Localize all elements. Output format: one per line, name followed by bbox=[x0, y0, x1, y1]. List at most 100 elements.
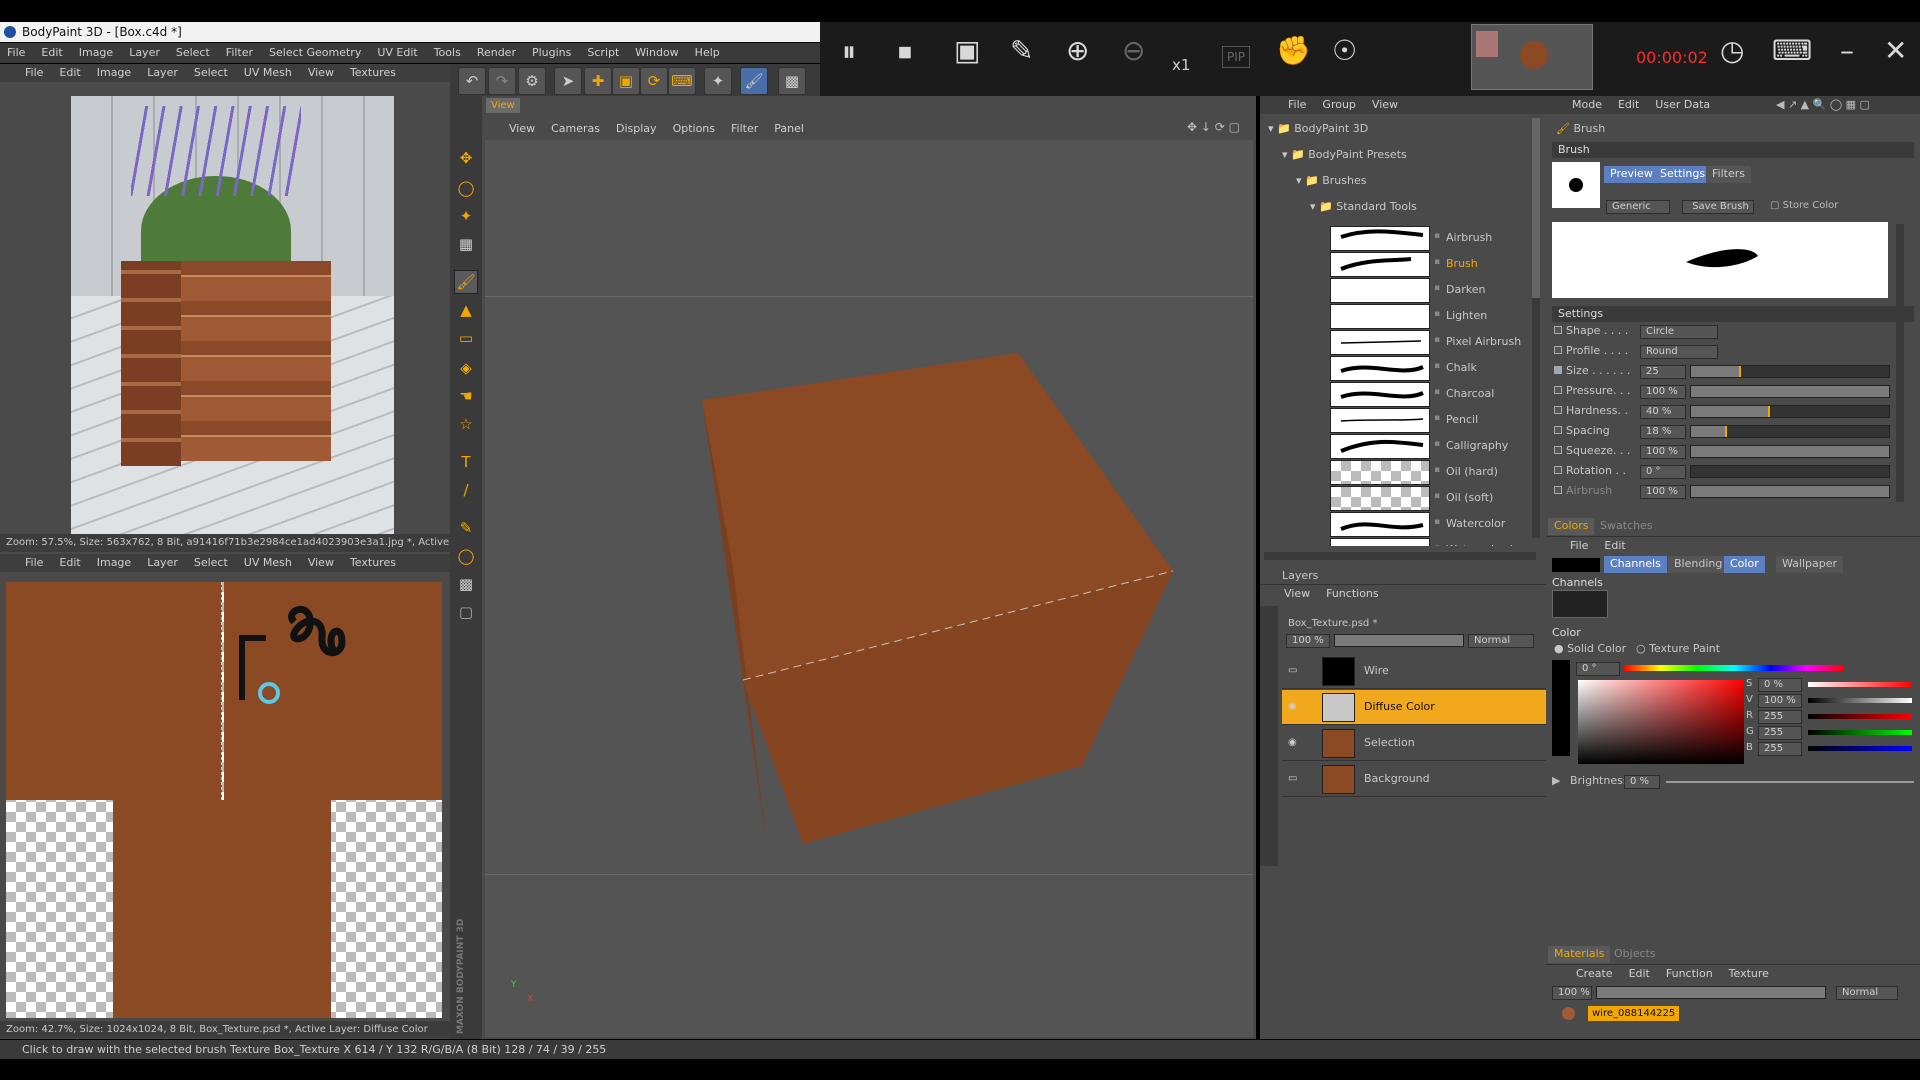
brush-list-item[interactable]: ▪ Pencil bbox=[1260, 408, 1540, 434]
viewport-menu-view[interactable]: View bbox=[509, 122, 535, 135]
browser-menu-view[interactable]: View bbox=[1372, 98, 1398, 111]
redo-button[interactable]: ↷ bbox=[488, 67, 516, 95]
viewport-menu-options[interactable]: Options bbox=[673, 122, 715, 135]
menu-select-geometry[interactable]: Select Geometry bbox=[269, 46, 361, 59]
tab-preview[interactable]: Preview bbox=[1604, 166, 1659, 183]
tab-channels[interactable]: Channels bbox=[1604, 556, 1667, 573]
setting-slider[interactable] bbox=[1690, 385, 1890, 398]
setting-checkbox[interactable] bbox=[1554, 346, 1562, 354]
menu-select[interactable]: Select bbox=[176, 46, 210, 59]
setting-checkbox[interactable] bbox=[1554, 466, 1562, 474]
rotate-button[interactable]: ⟳ bbox=[640, 67, 668, 95]
layer-row[interactable]: ▭ Wire bbox=[1282, 654, 1562, 689]
setting-checkbox[interactable] bbox=[1554, 406, 1562, 414]
undo-button[interactable]: ↶ bbox=[458, 67, 486, 95]
bottom-menu-image[interactable]: Image bbox=[97, 556, 131, 569]
viewport-menu-cameras[interactable]: Cameras bbox=[551, 122, 600, 135]
recording-thumbnail[interactable] bbox=[1471, 24, 1593, 90]
tab-materials[interactable]: Materials bbox=[1548, 946, 1611, 963]
setting-checkbox[interactable] bbox=[1554, 446, 1562, 454]
texture-paint-radio[interactable]: ○ Texture Paint bbox=[1636, 642, 1720, 655]
tab-filters[interactable]: Filters bbox=[1706, 166, 1751, 183]
browser-scrollbar[interactable] bbox=[1532, 118, 1540, 538]
menu-uv-edit[interactable]: UV Edit bbox=[377, 46, 417, 59]
setting-checkbox[interactable] bbox=[1554, 486, 1562, 494]
brush-list-item[interactable]: ▪ Charcoal bbox=[1260, 382, 1540, 408]
top-menu-textures[interactable]: Textures bbox=[350, 66, 396, 79]
top-menu-file[interactable]: File bbox=[25, 66, 43, 79]
setting-value[interactable]: 100 % bbox=[1640, 385, 1686, 399]
bottom-menu-layer[interactable]: Layer bbox=[147, 556, 178, 569]
material-blend-mode[interactable]: Normal bbox=[1836, 986, 1898, 1000]
setting-value[interactable]: 100 % bbox=[1640, 445, 1686, 459]
layers-menu-functions[interactable]: Functions bbox=[1326, 587, 1379, 600]
history-button[interactable]: ⚙ bbox=[518, 67, 546, 95]
brush-list-item[interactable]: ▪ Airbrush bbox=[1260, 226, 1540, 252]
top-menu-layer[interactable]: Layer bbox=[147, 66, 178, 79]
hide-icon[interactable]: ☉ bbox=[1332, 34, 1357, 67]
viewport-menu-display[interactable]: Display bbox=[616, 122, 657, 135]
saturation-value-picker[interactable] bbox=[1578, 680, 1744, 764]
setting-checkbox[interactable] bbox=[1554, 386, 1562, 394]
close-icon[interactable]: ✕ bbox=[1884, 34, 1907, 67]
material-item[interactable]: wire_088144225 bbox=[1552, 1006, 1722, 1021]
line-tool-icon[interactable]: ∕ bbox=[454, 478, 478, 502]
brush-list-item[interactable]: ▪ Calligraphy bbox=[1260, 434, 1540, 460]
move-tool-icon[interactable]: ✥ bbox=[454, 146, 478, 170]
setting-slider[interactable] bbox=[1690, 425, 1890, 438]
clone-icon[interactable]: ▲ bbox=[454, 298, 478, 322]
color-g-slider[interactable] bbox=[1808, 730, 1912, 735]
layer-hidden-icon[interactable]: ▭ bbox=[1288, 773, 1297, 784]
color-g-value[interactable]: 255 bbox=[1758, 726, 1802, 740]
setting-slider[interactable] bbox=[1690, 485, 1890, 498]
text-tool-icon[interactable]: T bbox=[454, 450, 478, 474]
setting-checkbox[interactable] bbox=[1554, 366, 1562, 374]
tab-blending[interactable]: Blending bbox=[1668, 556, 1729, 573]
tab-colors[interactable]: Colors bbox=[1548, 518, 1595, 535]
store-color-checkbox[interactable]: ▢ Store Color bbox=[1770, 200, 1838, 211]
tab-swatches[interactable]: Swatches bbox=[1594, 518, 1659, 535]
transform-icon[interactable]: ▦ bbox=[454, 232, 478, 256]
uv-texture-canvas[interactable] bbox=[6, 582, 442, 1018]
layers-menu-view[interactable]: View bbox=[1284, 587, 1310, 600]
attributes-menu-user-data[interactable]: User Data bbox=[1655, 98, 1710, 111]
menu-plugins[interactable]: Plugins bbox=[532, 46, 571, 59]
materials-menu-create[interactable]: Create bbox=[1576, 967, 1613, 980]
brush-list-item[interactable]: ▪ Lighten bbox=[1260, 304, 1540, 330]
smudge-icon[interactable]: ☚ bbox=[454, 384, 478, 408]
save-brush-button[interactable]: Save Brush bbox=[1682, 200, 1754, 214]
pencil-icon[interactable]: ✎ bbox=[1010, 34, 1033, 67]
attributes-nav-icons[interactable]: ◀ ↗ ▲ 🔍 ◯ ▦ ▢ bbox=[1776, 98, 1870, 111]
setting-value[interactable]: Circle bbox=[1640, 325, 1718, 339]
lasso-icon[interactable]: ◯ bbox=[454, 176, 478, 200]
scale-button[interactable]: ▣ bbox=[612, 67, 640, 95]
color-swap-icon[interactable]: ▩ bbox=[454, 572, 478, 596]
attributes-menu-mode[interactable]: Mode bbox=[1572, 98, 1602, 111]
preview-icon[interactable]: ▢ bbox=[454, 600, 478, 624]
brush-list-item[interactable]: ▪ Oil (hard) bbox=[1260, 460, 1540, 486]
color-r-value[interactable]: 255 bbox=[1758, 710, 1802, 724]
keyboard-icon[interactable]: ⌨ bbox=[1772, 34, 1812, 67]
material-opacity-slider[interactable] bbox=[1596, 986, 1826, 999]
top-menu-uv-mesh[interactable]: UV Mesh bbox=[244, 66, 292, 79]
top-menu-edit[interactable]: Edit bbox=[59, 66, 80, 79]
zoom-in-icon[interactable]: ⊕ bbox=[1066, 34, 1089, 67]
tab-view[interactable]: View bbox=[486, 98, 520, 113]
setting-value[interactable]: 25 bbox=[1640, 365, 1686, 379]
top-menu-select[interactable]: Select bbox=[194, 66, 228, 79]
setting-value[interactable]: 100 % bbox=[1640, 485, 1686, 499]
attributes-menu-edit[interactable]: Edit bbox=[1618, 98, 1639, 111]
setting-value[interactable]: 18 % bbox=[1640, 425, 1686, 439]
brush-3d-button[interactable]: 🖌 bbox=[740, 67, 768, 95]
setting-slider[interactable] bbox=[1690, 465, 1890, 478]
brightness-slider[interactable] bbox=[1666, 781, 1914, 783]
menu-tools[interactable]: Tools bbox=[434, 46, 461, 59]
hue-value[interactable]: 0 ° bbox=[1576, 662, 1620, 676]
bottom-menu-view[interactable]: View bbox=[308, 556, 334, 569]
brightness-toggle-icon[interactable]: ▶ bbox=[1552, 774, 1560, 787]
magic-wand-icon[interactable]: ✦ bbox=[454, 204, 478, 228]
pause-icon[interactable]: ⏸ bbox=[842, 35, 856, 69]
brush-list-item[interactable]: ▪ Watercolor (rou bbox=[1260, 538, 1540, 546]
materials-menu-texture[interactable]: Texture bbox=[1729, 967, 1769, 980]
colors-menu-file[interactable]: File bbox=[1570, 539, 1588, 552]
